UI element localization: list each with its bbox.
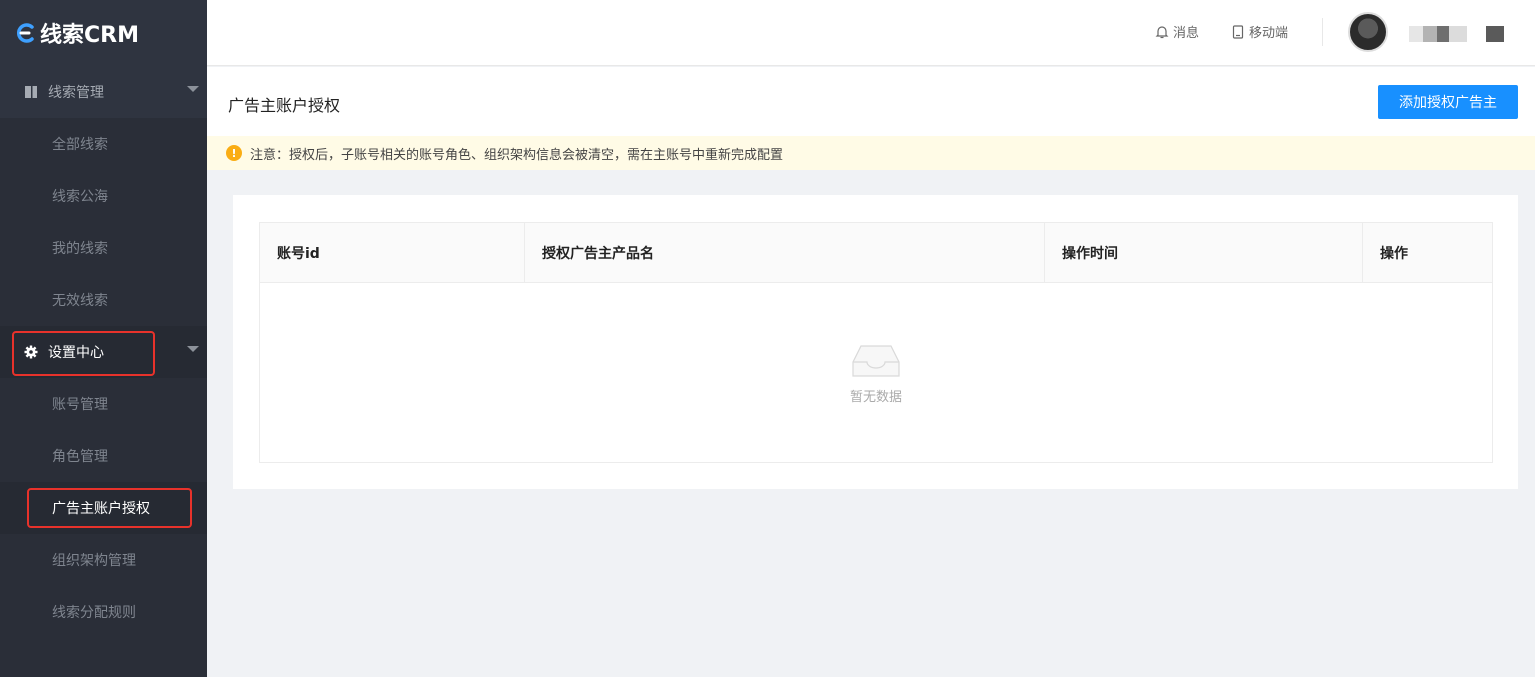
empty-state: 暂无数据	[260, 283, 1492, 462]
menu-item-roles[interactable]: 角色管理	[0, 430, 207, 482]
gear-icon	[24, 345, 38, 359]
mobile-icon	[1232, 24, 1244, 39]
menu-item-my-leads[interactable]: 我的线索	[0, 222, 207, 274]
add-advertiser-button[interactable]: 添加授权广告主	[1378, 85, 1518, 119]
logo[interactable]: 线索CRM	[0, 0, 207, 66]
column-header-operation-time: 操作时间	[1045, 223, 1363, 282]
page-header: 广告主账户授权 添加授权广告主	[207, 67, 1535, 136]
empty-inbox-icon	[852, 345, 900, 377]
warning-icon: !	[226, 145, 242, 161]
chevron-down-icon	[187, 346, 199, 352]
menu-item-lead-rules[interactable]: 线索分配规则	[0, 586, 207, 638]
menu-group-leads[interactable]: 线索管理	[0, 66, 207, 118]
menu-group-settings[interactable]: 设置中心	[0, 326, 207, 378]
messages-link[interactable]: 消息	[1155, 22, 1199, 41]
top-header: 消息 移动端	[207, 0, 1535, 66]
column-header-account-id: 账号id	[260, 223, 525, 282]
warning-notice: ! 注意：授权后，子账号相关的账号角色、组织架构信息会被清空，需在主账号中重新完…	[207, 136, 1535, 170]
menu-item-all-leads[interactable]: 全部线索	[0, 118, 207, 170]
book-icon	[25, 86, 37, 98]
column-header-product-name: 授权广告主产品名	[525, 223, 1045, 282]
sidebar: 线索CRM 线索管理 全部线索 线索公海 我的线索 无效线索 设置中心 账号管理…	[0, 0, 207, 677]
content-card: 账号id 授权广告主产品名 操作时间 操作 暂无数据	[233, 195, 1518, 489]
chevron-down-icon	[187, 86, 199, 92]
table-header: 账号id 授权广告主产品名 操作时间 操作	[260, 223, 1492, 283]
bell-icon	[1155, 25, 1169, 38]
advertiser-table: 账号id 授权广告主产品名 操作时间 操作 暂无数据	[259, 222, 1493, 463]
menu-item-invalid-leads[interactable]: 无效线索	[0, 274, 207, 326]
menu-item-accounts[interactable]: 账号管理	[0, 378, 207, 430]
menu-item-org-structure[interactable]: 组织架构管理	[0, 534, 207, 586]
page-title: 广告主账户授权	[228, 96, 341, 115]
menu-item-lead-pool[interactable]: 线索公海	[0, 170, 207, 222]
mobile-link[interactable]: 移动端	[1231, 22, 1288, 41]
messages-label: 消息	[1173, 26, 1200, 41]
logo-text: 线索CRM	[40, 23, 139, 48]
column-header-actions: 操作	[1380, 245, 1408, 262]
logo-icon	[16, 23, 34, 43]
empty-text: 暂无数据	[849, 390, 902, 405]
username-redacted[interactable]	[1409, 26, 1467, 42]
mobile-label: 移动端	[1249, 26, 1289, 41]
avatar[interactable]	[1348, 12, 1388, 52]
header-divider	[1322, 18, 1323, 46]
sidebar-filler	[0, 638, 207, 677]
menu-group-label: 设置中心	[48, 345, 104, 361]
notice-text: 注意：授权后，子账号相关的账号角色、组织架构信息会被清空，需在主账号中重新完成配…	[250, 147, 784, 163]
menu-group-label: 线索管理	[48, 85, 104, 101]
menu-item-advertiser-auth[interactable]: 广告主账户授权	[0, 482, 207, 534]
account-menu-redacted[interactable]	[1486, 26, 1504, 42]
